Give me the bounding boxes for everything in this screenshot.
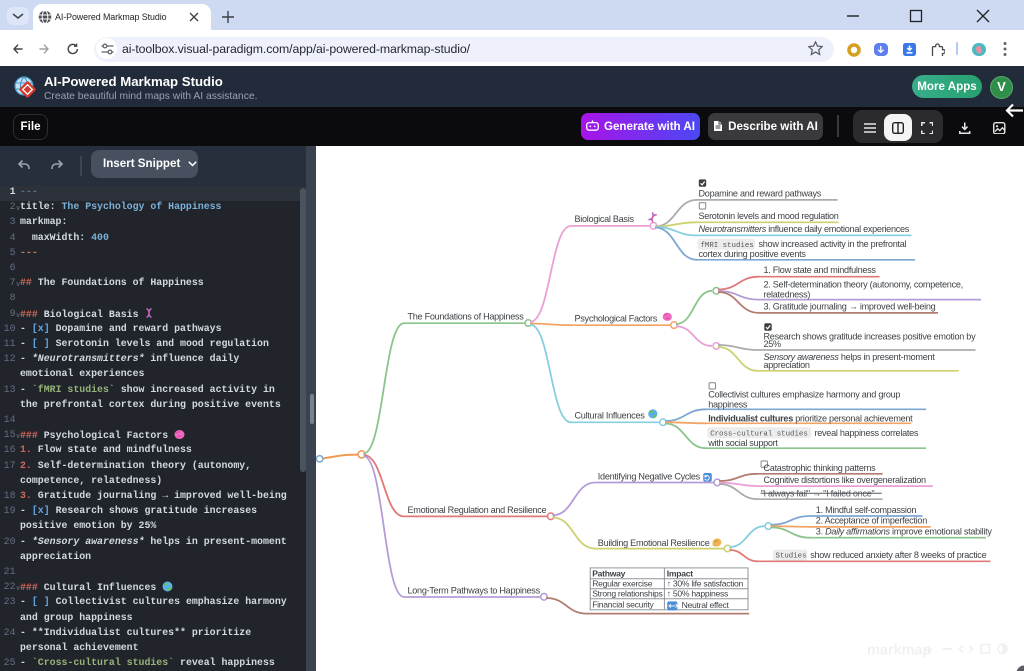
svg-text:Financial security: Financial security xyxy=(592,599,654,609)
svg-text:25%: 25% xyxy=(764,339,782,349)
svg-text:Serotonin levels and mood regu: Serotonin levels and mood regulation xyxy=(699,211,839,221)
svg-text:3. Daily affirmations improve: 3. Daily affirmations improve emotional … xyxy=(816,526,993,536)
svg-text:markmap: markmap xyxy=(867,643,932,659)
svg-text:reveal happiness correlates: reveal happiness correlates xyxy=(815,428,919,438)
svg-text:Cognitive distortions like ove: Cognitive distortions like overgeneraliz… xyxy=(764,475,927,485)
svg-text:Dopamine and reward pathways: Dopamine and reward pathways xyxy=(699,188,822,198)
svg-text:Impact: Impact xyxy=(667,569,693,579)
svg-text:Biological Basis: Biological Basis xyxy=(575,214,635,224)
svg-text:Pathway: Pathway xyxy=(592,569,625,579)
svg-text:1. Flow state and mindfulness: 1. Flow state and mindfulness xyxy=(764,265,877,275)
svg-text:Strong relationships: Strong relationships xyxy=(592,589,662,599)
svg-text:Building Emotional Resilience: Building Emotional Resilience xyxy=(598,538,710,548)
svg-text:+: + xyxy=(925,642,933,657)
svg-text:Catastrophic thinking patterns: Catastrophic thinking patterns xyxy=(764,463,877,473)
svg-text:Studies: Studies xyxy=(776,553,807,561)
svg-text:Individualist cultures priorit: Individualist cultures prioritize person… xyxy=(708,413,913,423)
svg-text:Identifying Negative Cycles: Identifying Negative Cycles xyxy=(598,472,701,482)
svg-text:2. Self-determination theory (: 2. Self-determination theory (autonomy, … xyxy=(764,279,963,289)
svg-text:3. Gratitude journaling → impr: 3. Gratitude journaling → improved well-… xyxy=(764,301,936,311)
svg-text:1. Mindful self-compassion: 1. Mindful self-compassion xyxy=(816,505,917,515)
svg-text:Research shows gratitude incre: Research shows gratitude increases posit… xyxy=(764,331,977,341)
svg-text:relatedness): relatedness) xyxy=(764,290,811,300)
svg-text:with social support: with social support xyxy=(707,438,778,448)
svg-text:The Foundations of Happiness: The Foundations of Happiness xyxy=(408,312,525,322)
svg-text:Regular exercise: Regular exercise xyxy=(592,579,653,589)
svg-text:Neutral effect: Neutral effect xyxy=(682,600,730,610)
svg-text:Cultural Influences: Cultural Influences xyxy=(575,411,646,421)
svg-text:↑ 30% life satisfaction: ↑ 30% life satisfaction xyxy=(667,579,744,589)
svg-text:Long-Term Pathways to Happines: Long-Term Pathways to Happiness xyxy=(408,585,541,595)
svg-text:Cross-cultural studies: Cross-cultural studies xyxy=(710,430,808,438)
svg-text:Neurotransmitters influence da: Neurotransmitters influence daily emotio… xyxy=(699,224,910,234)
svg-text:↑ 50% happiness: ↑ 50% happiness xyxy=(667,589,728,599)
svg-text:happiness: happiness xyxy=(708,399,748,409)
svg-text:Psychological Factors: Psychological Factors xyxy=(575,314,658,324)
svg-text:appreciation: appreciation xyxy=(764,360,810,370)
svg-text:show increased activity in the: show increased activity in the prefronta… xyxy=(759,239,907,249)
svg-text:Collectivist cultures emphasiz: Collectivist cultures emphasize harmony … xyxy=(708,389,900,399)
svg-text:2. Acceptance of imperfection: 2. Acceptance of imperfection xyxy=(816,515,927,525)
svg-text:show reduced anxiety after 8 w: show reduced anxiety after 8 weeks of pr… xyxy=(810,550,986,560)
svg-text:cortex during positive events: cortex during positive events xyxy=(699,249,807,259)
svg-text:Emotional Regulation and Resil: Emotional Regulation and Resilience xyxy=(408,505,547,515)
